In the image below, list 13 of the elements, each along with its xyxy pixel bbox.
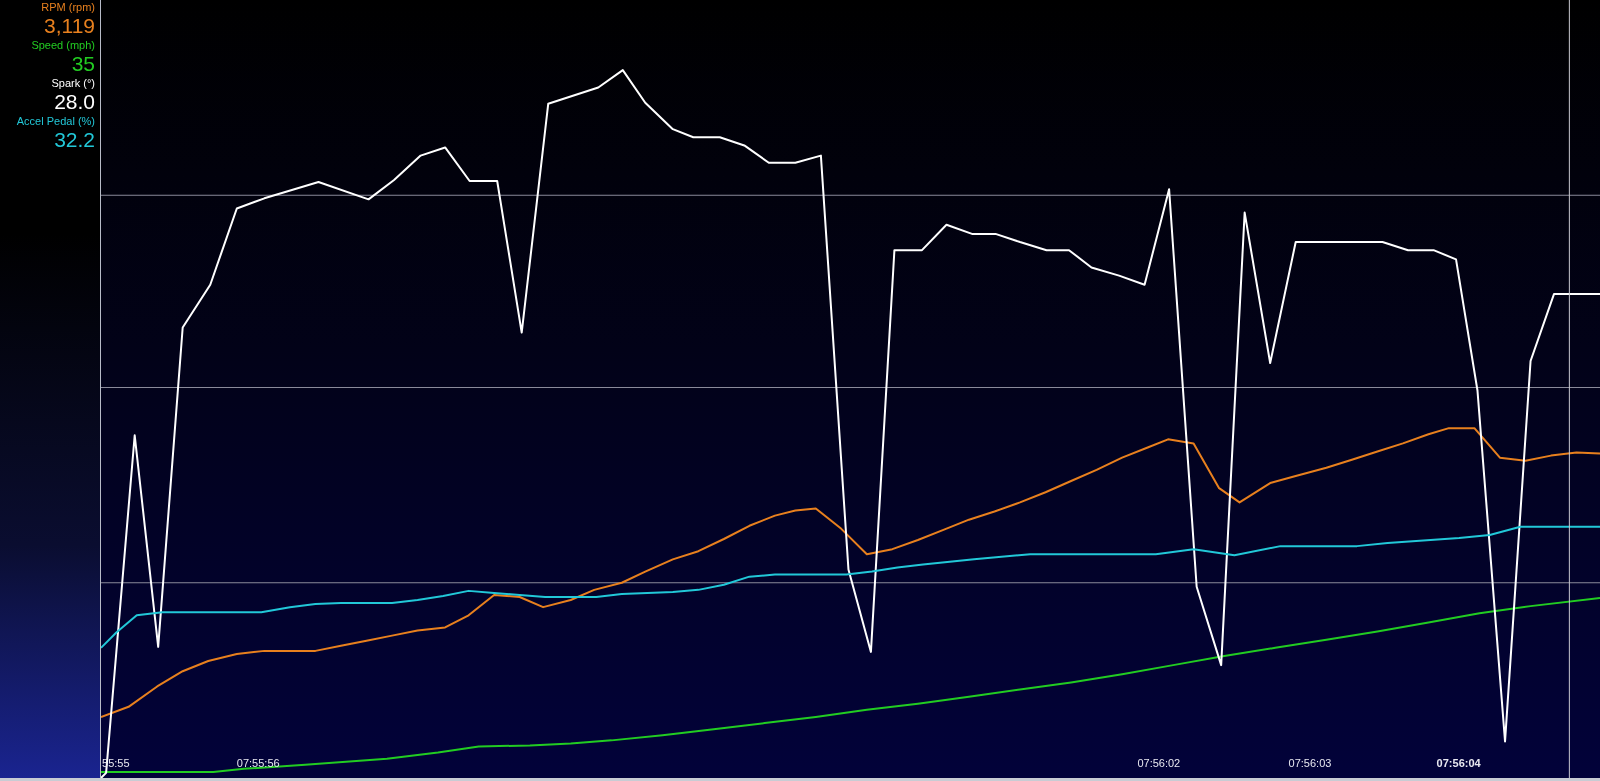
channel-value: 35 xyxy=(71,52,95,75)
channel-name: Spark (°) xyxy=(51,77,95,90)
cursor-line[interactable] xyxy=(1568,0,1570,778)
time-label: 07:55:56 xyxy=(236,757,280,769)
time-label: 07:56:04 xyxy=(1436,757,1481,769)
channel-value: 32.2 xyxy=(54,128,95,151)
channel-name: Accel Pedal (%) xyxy=(16,115,95,128)
channel-value: 3,119 xyxy=(44,14,95,37)
time-label: 07:56:02 xyxy=(1137,757,1181,769)
time-label: 07:56:03 xyxy=(1288,757,1332,769)
channel-name: Speed (mph) xyxy=(31,39,95,52)
channel-name: RPM (rpm) xyxy=(41,1,95,14)
channel-value: 28.0 xyxy=(54,90,95,113)
